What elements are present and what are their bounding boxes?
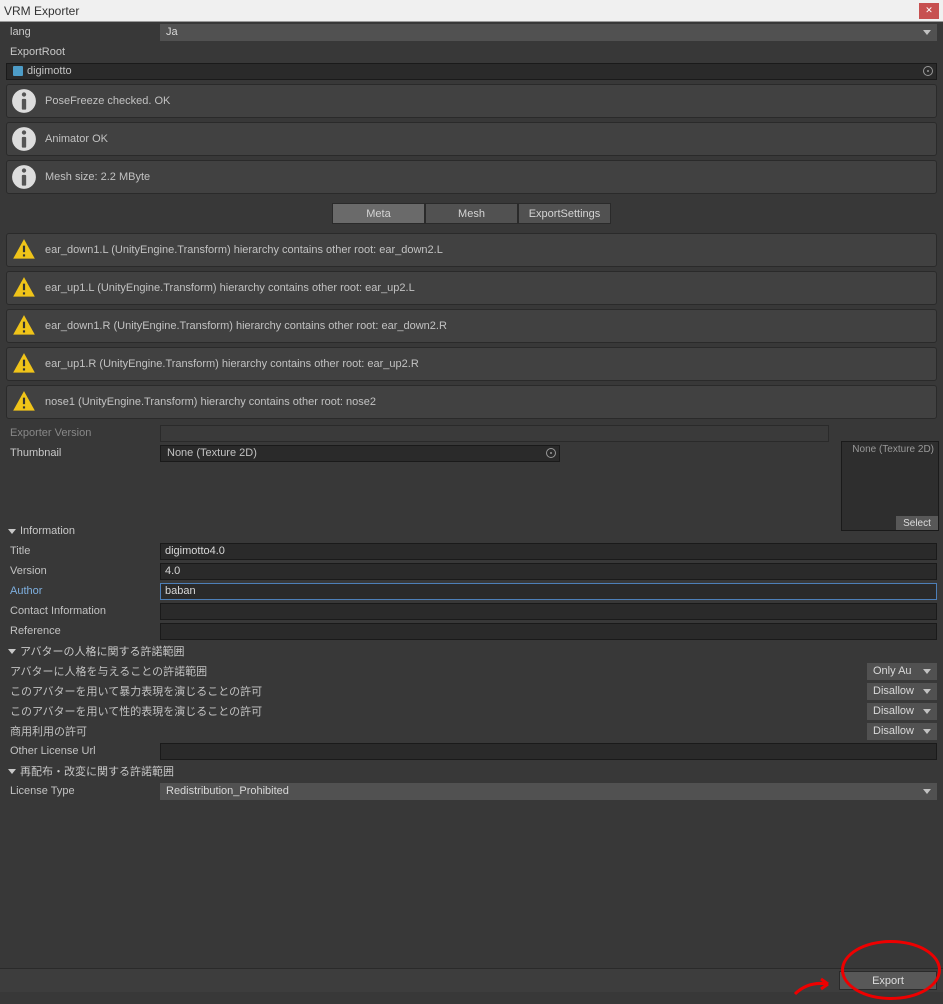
- exporter-version-field: [160, 425, 829, 442]
- warning-3: ear_up1.R (UnityEngine.Transform) hierar…: [6, 347, 937, 381]
- warning-icon: [11, 275, 37, 301]
- exporter-version-row: Exporter Version: [6, 423, 937, 443]
- violent-dropdown[interactable]: Disallow: [867, 683, 937, 700]
- warning-text: ear_down1.L (UnityEngine.Transform) hier…: [45, 244, 443, 256]
- warning-icon: [11, 313, 37, 339]
- reference-label: Reference: [6, 625, 160, 637]
- thumbnail-preview-text: None (Texture 2D): [842, 442, 938, 457]
- object-picker-icon[interactable]: [923, 66, 933, 76]
- thumbnail-label: Thumbnail: [6, 447, 160, 459]
- object-picker-icon[interactable]: [546, 448, 556, 458]
- version-input[interactable]: [160, 563, 937, 580]
- warning-icon: [11, 237, 37, 263]
- warning-text: ear_up1.R (UnityEngine.Transform) hierar…: [45, 358, 419, 370]
- info-meshsize: Mesh size: 2.2 MByte: [6, 160, 937, 194]
- foldout-icon: [8, 769, 16, 774]
- licensetype-dropdown[interactable]: Redistribution_Prohibited: [160, 783, 937, 800]
- foldout-icon: [8, 529, 16, 534]
- title-input[interactable]: [160, 543, 937, 560]
- exportroot-label: ExportRoot: [6, 46, 160, 58]
- lang-label: lang: [6, 26, 160, 38]
- commercial-dropdown[interactable]: Disallow: [867, 723, 937, 740]
- titlebar: VRM Exporter ✕: [0, 0, 943, 22]
- author-label: Author: [6, 585, 160, 597]
- prefab-icon: [13, 66, 23, 76]
- otherurl-label: Other License Url: [6, 745, 160, 757]
- commercial-label: 商用利用の許可: [6, 723, 867, 739]
- contact-label: Contact Information: [6, 605, 160, 617]
- licensetype-label: License Type: [6, 785, 160, 797]
- exportroot-field[interactable]: digimotto: [6, 63, 937, 80]
- info-text: Animator OK: [45, 133, 108, 145]
- title-label: Title: [6, 545, 160, 557]
- allowed-label: アバターに人格を与えることの許諾範囲: [6, 663, 867, 679]
- author-input[interactable]: [160, 583, 937, 600]
- lang-dropdown[interactable]: Ja: [160, 24, 937, 41]
- warning-2: ear_down1.R (UnityEngine.Transform) hier…: [6, 309, 937, 343]
- foldout-icon: [8, 649, 16, 654]
- warning-icon: [11, 389, 37, 415]
- redistribution-header[interactable]: 再配布・改変に関する許諾範囲: [6, 761, 937, 781]
- sexual-dropdown[interactable]: Disallow: [867, 703, 937, 720]
- warning-icon: [11, 351, 37, 377]
- exporter-version-label: Exporter Version: [6, 427, 160, 439]
- export-button[interactable]: Export: [839, 971, 937, 990]
- warning-1: ear_up1.L (UnityEngine.Transform) hierar…: [6, 271, 937, 305]
- tab-exportsettings[interactable]: ExportSettings: [518, 203, 611, 224]
- tabs: Meta Mesh ExportSettings: [0, 198, 943, 229]
- lang-row: lang Ja: [6, 22, 937, 42]
- thumbnail-select-button[interactable]: Select: [896, 516, 938, 530]
- close-button[interactable]: ✕: [919, 3, 939, 19]
- warning-text: ear_up1.L (UnityEngine.Transform) hierar…: [45, 282, 415, 294]
- tab-mesh[interactable]: Mesh: [425, 203, 518, 224]
- reference-input[interactable]: [160, 623, 937, 640]
- thumbnail-row: Thumbnail None (Texture 2D): [6, 443, 937, 463]
- info-posefreeze: PoseFreeze checked. OK: [6, 84, 937, 118]
- info-text: PoseFreeze checked. OK: [45, 95, 170, 107]
- thumbnail-field[interactable]: None (Texture 2D): [160, 445, 560, 462]
- info-animator: Animator OK: [6, 122, 937, 156]
- info-icon: [11, 126, 37, 152]
- window-title: VRM Exporter: [4, 4, 919, 18]
- annotation-arrow: [793, 976, 833, 996]
- warning-0: ear_down1.L (UnityEngine.Transform) hier…: [6, 233, 937, 267]
- info-text: Mesh size: 2.2 MByte: [45, 171, 150, 183]
- avatar-perm-header[interactable]: アバターの人格に関する許諾範囲: [6, 641, 937, 661]
- thumbnail-preview: None (Texture 2D) Select: [841, 441, 939, 531]
- version-label: Version: [6, 565, 160, 577]
- warning-4: nose1 (UnityEngine.Transform) hierarchy …: [6, 385, 937, 419]
- thumbnail-value: None (Texture 2D): [167, 447, 257, 459]
- contact-input[interactable]: [160, 603, 937, 620]
- lang-value: Ja: [166, 26, 178, 38]
- otherurl-input[interactable]: [160, 743, 937, 760]
- sexual-label: このアバターを用いて性的表現を演じることの許可: [6, 703, 867, 719]
- allowed-dropdown[interactable]: Only Au: [867, 663, 937, 680]
- warning-text: nose1 (UnityEngine.Transform) hierarchy …: [45, 396, 376, 408]
- violent-label: このアバターを用いて暴力表現を演じることの許可: [6, 683, 867, 699]
- exportroot-value: digimotto: [27, 65, 72, 77]
- info-icon: [11, 88, 37, 114]
- tab-meta[interactable]: Meta: [332, 203, 425, 224]
- info-icon: [11, 164, 37, 190]
- information-header[interactable]: Information: [6, 521, 937, 541]
- exportroot-row: ExportRoot: [6, 42, 937, 62]
- warning-text: ear_down1.R (UnityEngine.Transform) hier…: [45, 320, 447, 332]
